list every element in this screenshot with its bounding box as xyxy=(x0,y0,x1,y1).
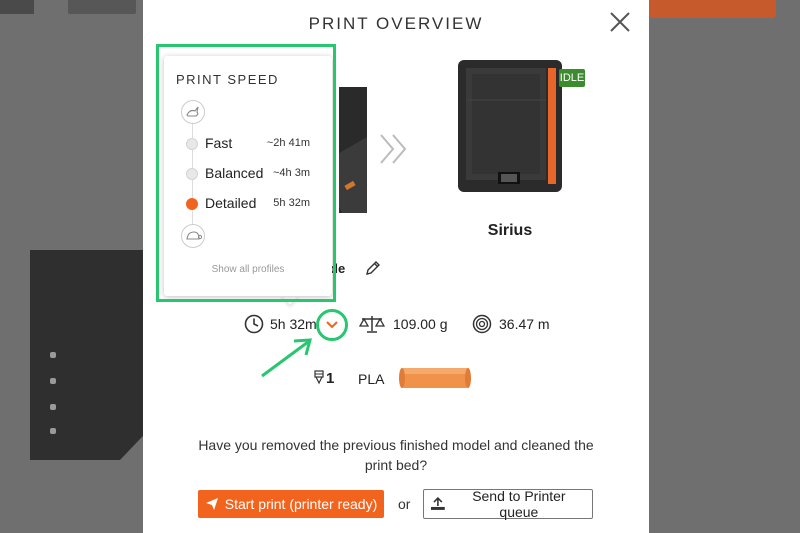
model-preview-image xyxy=(339,87,367,213)
speed-option-radio xyxy=(186,168,198,180)
background-button xyxy=(68,0,136,14)
background-button-orange xyxy=(648,0,776,18)
print-time: 5h 32m xyxy=(270,316,317,332)
nozzle-number: 1 xyxy=(326,370,335,387)
start-print-button[interactable]: Start print (printer ready) xyxy=(198,490,384,518)
material-type: PLA xyxy=(358,371,385,387)
annotation-arrow xyxy=(261,338,312,378)
background-printer-image xyxy=(30,250,150,460)
filament-length: 36.47 m xyxy=(499,316,550,332)
speed-option-label: Balanced xyxy=(205,165,264,181)
modal-title: PRINT OVERVIEW xyxy=(308,14,484,33)
print-speed-dropdown-button[interactable] xyxy=(316,309,348,341)
turtle-icon xyxy=(181,224,205,248)
chevrons-right-icon xyxy=(380,134,407,164)
speed-option-time: ~2h 41m xyxy=(266,137,310,149)
print-mode-label: de xyxy=(330,261,346,276)
scale-icon xyxy=(359,316,385,333)
speed-option-detailed[interactable]: Detailed 5h 32m xyxy=(164,192,332,216)
speed-option-time: ~4h 3m xyxy=(273,167,310,179)
background-dot xyxy=(50,428,56,434)
print-weight: 109.00 g xyxy=(393,316,448,332)
chevron-down-icon xyxy=(326,321,338,329)
upload-icon xyxy=(430,497,445,510)
confirmation-question: Have you removed the previous finished m… xyxy=(198,437,594,473)
print-speed-title: PRINT SPEED xyxy=(176,72,279,87)
speed-option-time: 5h 32m xyxy=(273,197,310,209)
speed-option-radio xyxy=(186,138,198,150)
printer-status-badge: IDLE xyxy=(559,69,585,87)
background-dot xyxy=(50,352,56,358)
speed-option-label: Detailed xyxy=(205,195,257,211)
show-all-profiles-link[interactable]: Show all profiles xyxy=(164,264,332,275)
printer-name: Sirius xyxy=(487,222,533,239)
filament-spool-icon xyxy=(472,314,492,334)
send-icon xyxy=(205,498,218,510)
background-dot xyxy=(50,378,56,384)
filament-spool-image xyxy=(399,368,471,388)
clock-icon xyxy=(244,314,264,334)
close-icon[interactable] xyxy=(608,10,632,34)
background-dot xyxy=(50,404,56,410)
background-element xyxy=(0,0,34,14)
rabbit-icon xyxy=(181,100,205,124)
or-separator: or xyxy=(398,496,411,512)
speed-option-fast[interactable]: Fast ~2h 41m xyxy=(164,132,332,156)
pencil-icon[interactable] xyxy=(365,260,381,276)
print-speed-popover: PRINT SPEED Fast ~2h 41m Balanced ~4h 3m… xyxy=(164,56,332,296)
speed-option-label: Fast xyxy=(205,135,233,151)
speed-option-radio-selected xyxy=(186,198,198,210)
send-to-queue-label: Send to Printer queue xyxy=(472,488,566,520)
send-to-queue-button[interactable]: Send to Printer queue xyxy=(423,488,593,520)
speed-option-balanced[interactable]: Balanced ~4h 3m xyxy=(164,162,332,186)
printer-image xyxy=(458,60,562,192)
start-print-label: Start print (printer ready) xyxy=(224,496,378,512)
